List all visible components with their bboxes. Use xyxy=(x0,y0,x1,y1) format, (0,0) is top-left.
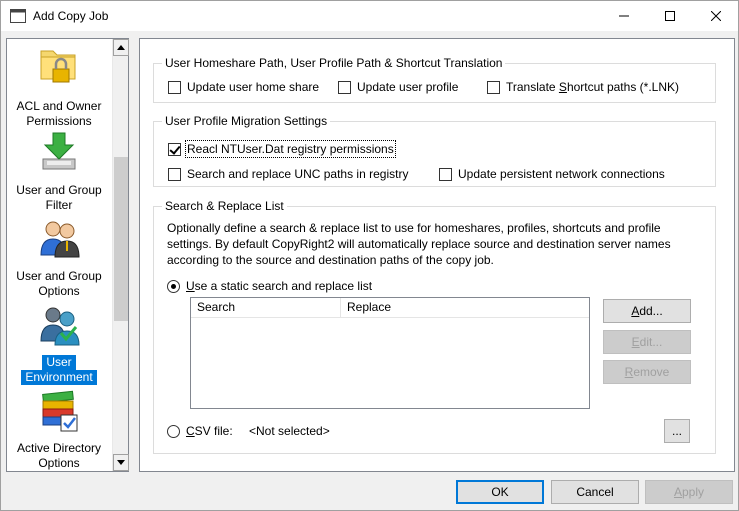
checkbox-label: Translate Shortcut paths (*.LNK) xyxy=(506,80,679,94)
checkbox-box xyxy=(168,142,181,156)
arrow-up-icon xyxy=(117,45,125,50)
scrollbar-thumb[interactable] xyxy=(114,157,128,321)
sidebar-item-label: User and Group xyxy=(16,269,102,283)
update-profile-checkbox[interactable]: Update user profile xyxy=(338,79,458,95)
category-sidebar: ACL and Owner Permissions User and Group… xyxy=(6,38,129,472)
checkbox-label: Search and replace UNC paths in registry xyxy=(187,167,409,181)
arrow-down-icon xyxy=(117,460,125,465)
checkbox-box xyxy=(168,80,181,94)
sidebar-item-label: User xyxy=(42,355,76,370)
checkbox-box xyxy=(168,167,181,181)
sidebar-item-user-group-filter[interactable]: User and Group Filter xyxy=(7,131,111,217)
app-window-icon xyxy=(10,9,26,23)
checkbox-box xyxy=(439,167,452,181)
group-title: Search & Replace List xyxy=(162,198,287,214)
sidebar-item-user-group-options[interactable]: User and Group Options xyxy=(7,217,111,303)
sidebar-item-label: Permissions xyxy=(26,114,92,128)
scroll-down-button[interactable] xyxy=(113,454,129,471)
folder-lock-icon xyxy=(40,50,76,83)
static-list-radio[interactable]: Use a static search and replace list xyxy=(167,278,372,294)
minimize-button[interactable] xyxy=(601,1,647,31)
sidebar-item-label: User and Group xyxy=(16,183,102,197)
add-button[interactable]: Add... xyxy=(603,299,691,323)
search-replace-group: Search & Replace List Optionally define … xyxy=(153,198,716,454)
checkbox-label: Update persistent network connections xyxy=(458,167,665,181)
search-replace-unc-checkbox[interactable]: Search and replace UNC paths in registry xyxy=(168,166,408,182)
column-header-search[interactable]: Search xyxy=(191,298,341,318)
profile-migration-group: User Profile Migration Settings Reacl NT… xyxy=(153,113,716,187)
scroll-up-button[interactable] xyxy=(113,39,129,56)
sidebar-item-label: Options xyxy=(38,284,80,298)
add-copy-job-window: Add Copy Job ACL and Owner Permissions U… xyxy=(0,0,739,511)
csv-file-radio[interactable]: CSV file: xyxy=(167,423,233,439)
maximize-button[interactable] xyxy=(647,1,693,31)
checkbox-label: Reacl NTUser.Dat registry permissions xyxy=(185,140,396,158)
checkbox-label: Update user home share xyxy=(187,80,320,94)
checkbox-box xyxy=(338,80,351,94)
close-button[interactable] xyxy=(693,1,739,31)
list-header: Search Replace xyxy=(191,298,589,318)
settings-panel: User Homeshare Path, User Profile Path &… xyxy=(139,38,735,472)
sidebar-scrollbar[interactable] xyxy=(112,39,129,471)
translate-shortcut-checkbox[interactable]: Translate Shortcut paths (*.LNK) xyxy=(487,79,679,95)
sidebar-item-label: Active Directory xyxy=(16,441,102,455)
remove-button[interactable]: Remove xyxy=(603,360,691,384)
homeshare-group: User Homeshare Path, User Profile Path &… xyxy=(153,55,716,103)
title-bar: Add Copy Job xyxy=(1,1,738,31)
radio-label: Use a static search and replace list xyxy=(186,279,373,293)
window-title: Add Copy Job xyxy=(33,9,109,23)
download-filter-icon xyxy=(42,132,76,170)
checkbox-box xyxy=(487,80,500,94)
search-replace-description: Optionally define a search & replace lis… xyxy=(167,221,671,267)
apply-button[interactable]: Apply xyxy=(645,480,733,504)
reacl-ntuser-checkbox[interactable]: Reacl NTUser.Dat registry permissions xyxy=(168,140,396,158)
sidebar-item-user-environment[interactable]: User Environment xyxy=(7,303,111,389)
minimize-icon xyxy=(619,15,629,17)
user-environment-icon xyxy=(40,307,80,346)
checkbox-label: Update user profile xyxy=(357,80,459,94)
update-home-share-checkbox[interactable]: Update user home share xyxy=(168,79,319,95)
users-icon xyxy=(40,221,80,258)
sidebar-item-label: Filter xyxy=(45,198,73,212)
group-title: User Profile Migration Settings xyxy=(162,113,331,129)
close-icon xyxy=(711,11,721,21)
sidebar-item-label: ACL and Owner xyxy=(16,99,102,113)
sidebar-item-label: Options xyxy=(38,456,80,470)
ok-button[interactable]: OK xyxy=(456,480,544,504)
sidebar-item-acl-owner-permissions[interactable]: ACL and Owner Permissions xyxy=(7,43,111,129)
browse-csv-button[interactable]: ... xyxy=(664,419,690,443)
radio-label: CSV file: xyxy=(186,424,233,438)
search-replace-list[interactable]: Search Replace xyxy=(190,297,590,409)
csv-file-path: <Not selected> xyxy=(249,424,330,438)
edit-button[interactable]: Edit... xyxy=(603,330,691,354)
books-icon xyxy=(42,390,78,432)
sidebar-item-label: Environment xyxy=(21,370,97,385)
column-header-replace[interactable]: Replace xyxy=(341,298,441,318)
group-title: User Homeshare Path, User Profile Path &… xyxy=(162,55,506,71)
radio-dot xyxy=(167,424,180,438)
cancel-button[interactable]: Cancel xyxy=(551,480,639,504)
maximize-icon xyxy=(665,11,675,21)
sidebar-item-active-directory-options[interactable]: Active Directory Options xyxy=(7,389,111,475)
radio-dot xyxy=(167,279,180,293)
update-network-connections-checkbox[interactable]: Update persistent network connections xyxy=(439,166,665,182)
